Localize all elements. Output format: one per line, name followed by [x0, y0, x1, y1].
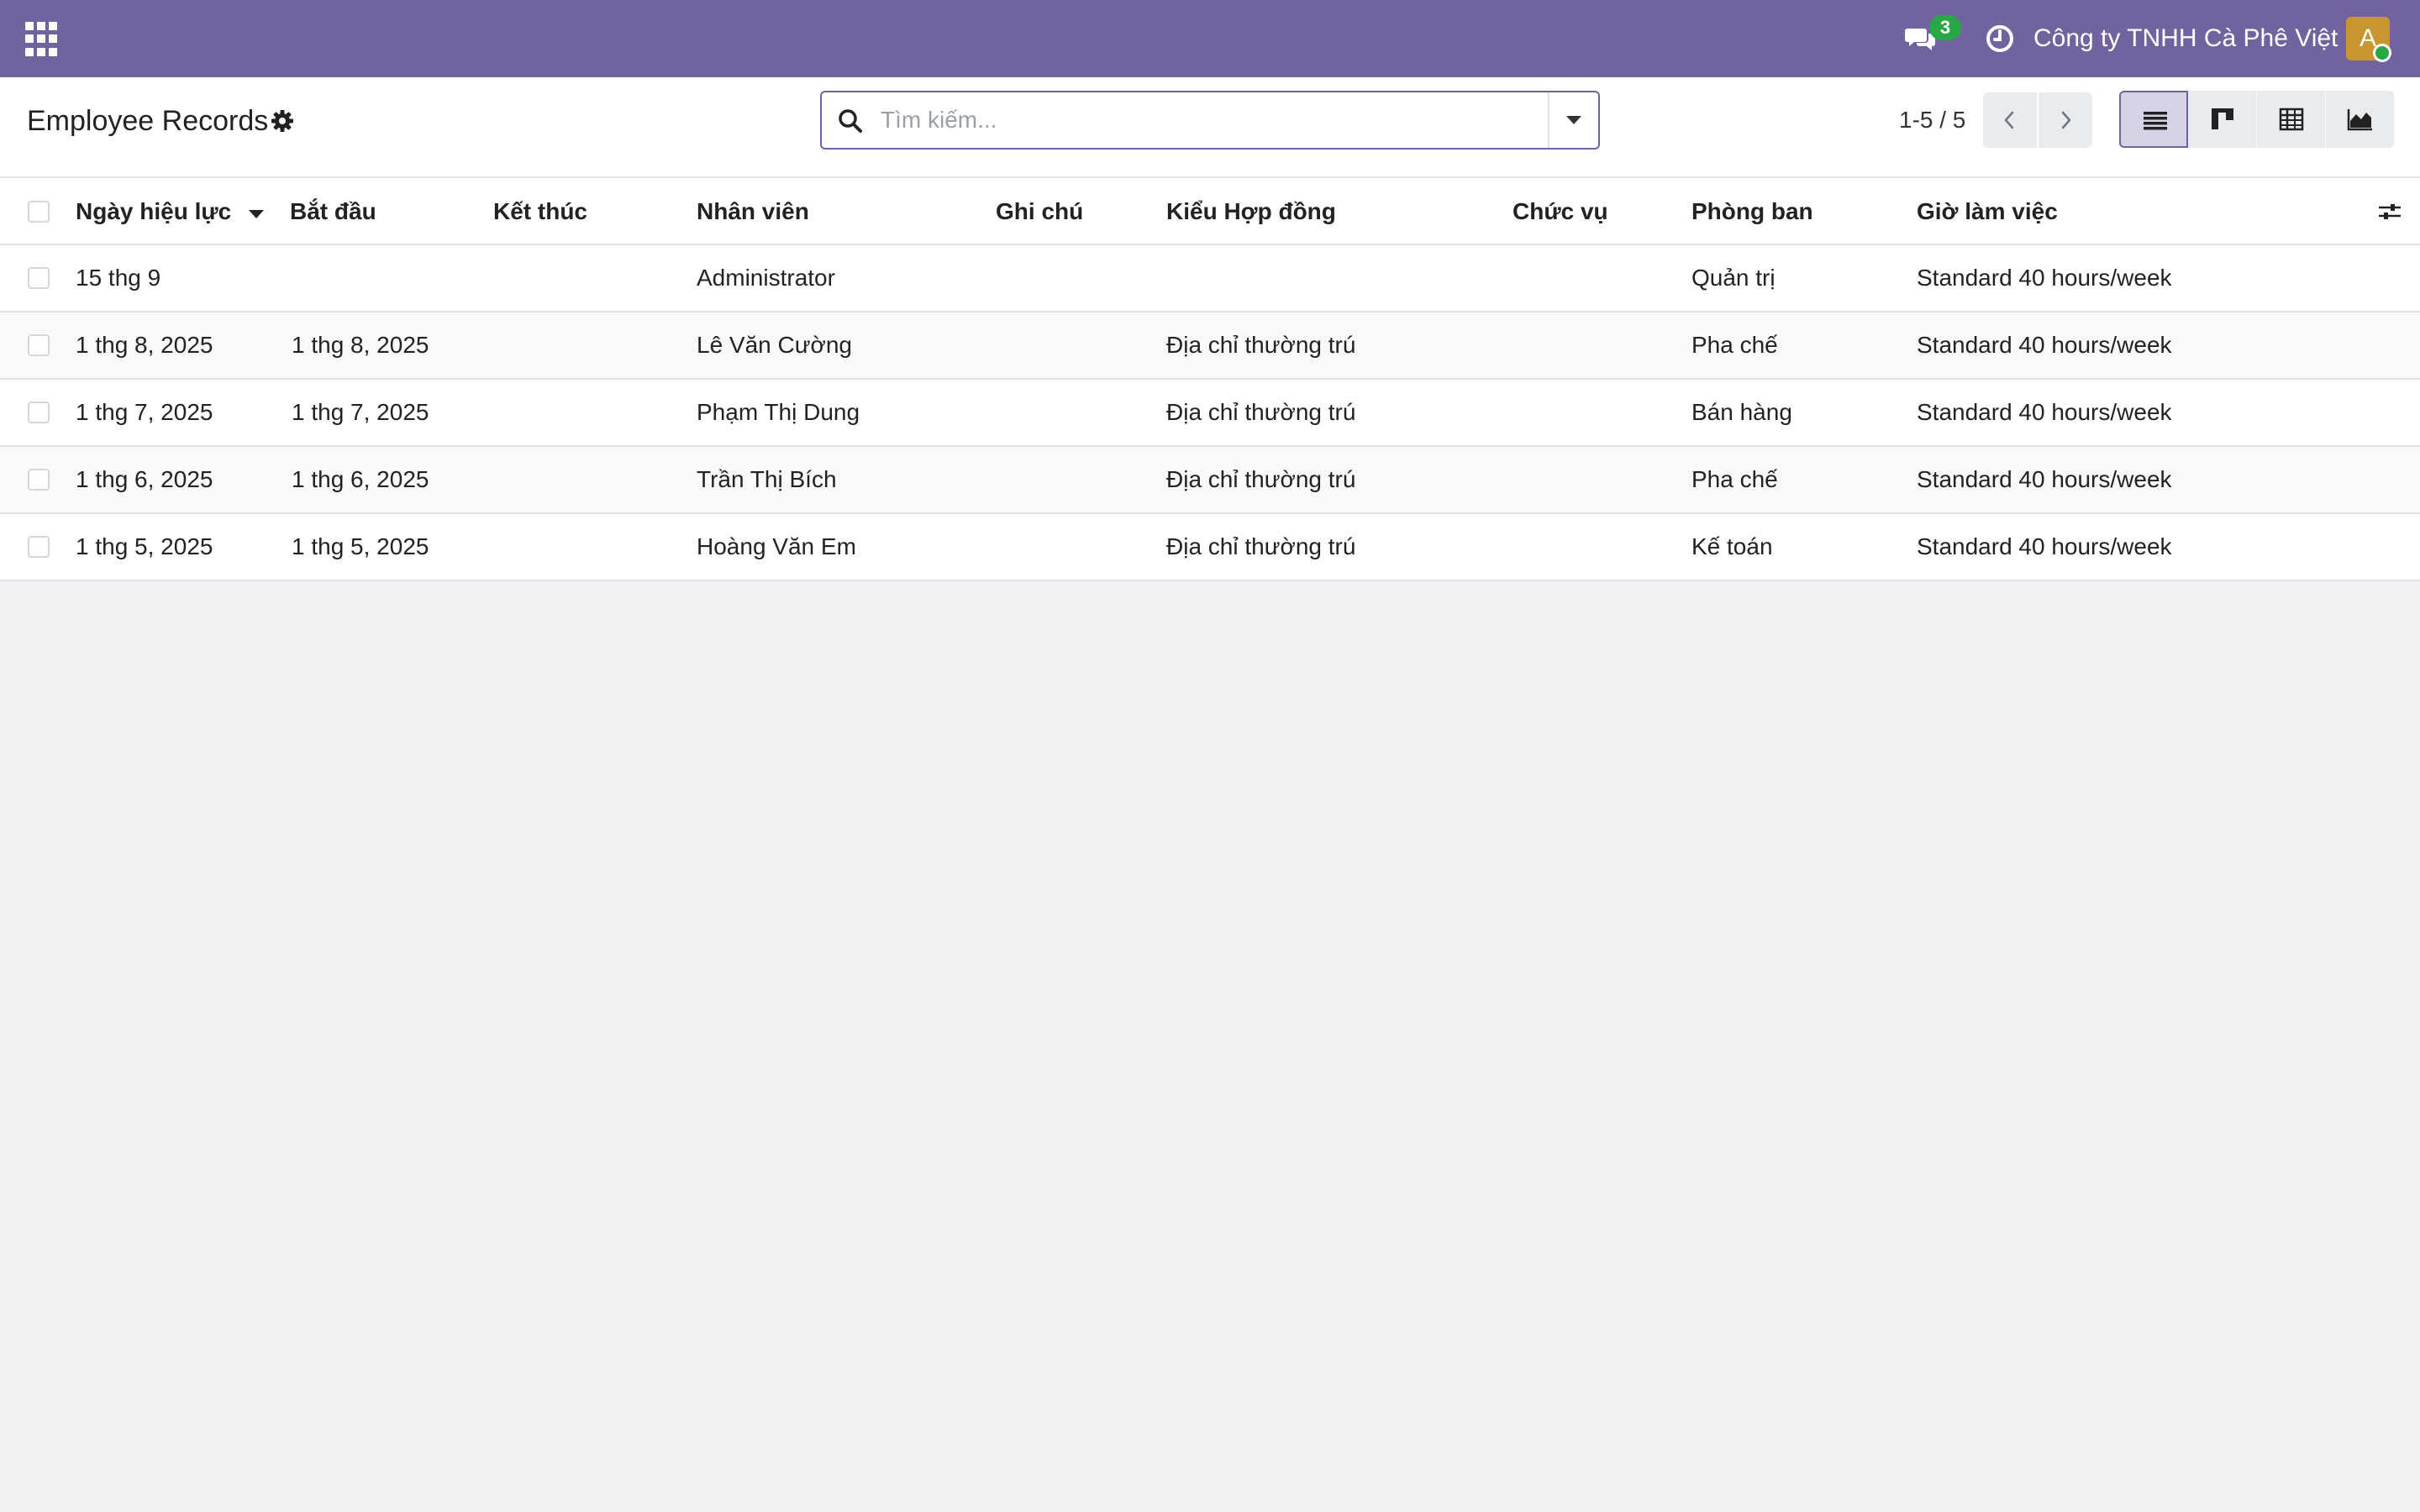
select-all-checkbox[interactable] — [28, 201, 50, 223]
column-header-note[interactable]: Ghi chú — [996, 178, 1083, 245]
row-checkbox[interactable] — [28, 536, 50, 558]
pager-next-button[interactable] — [2039, 92, 2092, 148]
gear-icon[interactable] — [271, 109, 294, 133]
search-input[interactable] — [881, 99, 1519, 141]
cell-start: 1 thg 6, 2025 — [292, 466, 429, 492]
cell-date: 1 thg 8, 2025 — [76, 332, 213, 358]
column-header-date[interactable]: Ngày hiệu lực — [76, 178, 231, 245]
list-view-icon — [2144, 112, 2167, 130]
cell-working-hours: Standard 40 hours/week — [1917, 533, 2172, 559]
row-checkbox[interactable] — [28, 334, 50, 356]
kanban-view-icon — [2212, 108, 2233, 129]
cell-working-hours: Standard 40 hours/week — [1917, 466, 2172, 492]
messages-count-badge: 3 — [1929, 15, 1961, 40]
list-view-button[interactable] — [2119, 91, 2188, 148]
cell-employee: Administrator — [697, 265, 835, 291]
search-icon — [837, 108, 864, 134]
cell-department: Bán hàng — [1691, 399, 1792, 425]
table-row[interactable]: 1 thg 6, 2025 1 thg 6, 2025 Trần Thị Bíc… — [0, 447, 2420, 514]
sort-descending-icon — [249, 210, 264, 218]
column-header-start[interactable]: Bắt đầu — [290, 178, 376, 245]
graph-view-button[interactable] — [2326, 91, 2395, 148]
graph-view-icon — [2347, 109, 2372, 131]
apps-menu-icon[interactable] — [25, 22, 60, 57]
cell-date: 1 thg 5, 2025 — [76, 533, 213, 559]
chevron-down-icon — [1566, 116, 1581, 124]
cell-department: Quản trị — [1691, 265, 1776, 291]
table-row[interactable]: 1 thg 8, 2025 1 thg 8, 2025 Lê Văn Cường… — [0, 312, 2420, 380]
column-header-department[interactable]: Phòng ban — [1691, 178, 1813, 245]
online-status-dot — [2373, 44, 2391, 62]
cell-working-hours: Standard 40 hours/week — [1917, 332, 2172, 358]
page-title: Employee Records — [27, 105, 269, 137]
row-checkbox[interactable] — [28, 402, 50, 423]
cell-start: 1 thg 5, 2025 — [292, 533, 429, 559]
pivot-view-button[interactable] — [2257, 91, 2326, 148]
view-switcher — [2119, 91, 2395, 150]
search-box — [820, 91, 1600, 150]
pager-previous-button[interactable] — [1983, 92, 2037, 148]
row-checkbox[interactable] — [28, 267, 50, 289]
cell-date: 1 thg 6, 2025 — [76, 466, 213, 492]
list-header: Ngày hiệu lực Bắt đầu Kết thúc Nhân viên… — [0, 178, 2420, 245]
column-header-end[interactable]: Kết thúc — [493, 178, 587, 245]
cell-working-hours: Standard 40 hours/week — [1917, 265, 2172, 291]
chevron-left-icon — [2004, 111, 2014, 129]
cell-department: Pha chế — [1691, 466, 1778, 492]
cell-contract-type: Địa chỉ thường trú — [1166, 399, 1356, 425]
table-row[interactable]: 1 thg 7, 2025 1 thg 7, 2025 Phạm Thị Dun… — [0, 380, 2420, 447]
activity-clock-icon[interactable] — [1983, 22, 2017, 55]
cell-employee: Trần Thị Bích — [697, 466, 837, 492]
cell-employee: Phạm Thị Dung — [697, 399, 860, 425]
chevron-right-icon — [2061, 111, 2071, 129]
column-header-employee[interactable]: Nhân viên — [697, 178, 809, 245]
table-row[interactable]: 1 thg 5, 2025 1 thg 5, 2025 Hoàng Văn Em… — [0, 514, 2420, 581]
pager-value[interactable]: 1-5 / 5 — [1899, 102, 1965, 138]
cell-contract-type: Địa chỉ thường trú — [1166, 332, 1356, 358]
cell-start: 1 thg 7, 2025 — [292, 399, 429, 425]
column-header-working-hours[interactable]: Giờ làm việc — [1917, 178, 2058, 245]
cell-employee: Hoàng Văn Em — [697, 533, 856, 559]
cell-working-hours: Standard 40 hours/week — [1917, 399, 2172, 425]
cell-department: Kế toán — [1691, 533, 1773, 559]
cell-contract-type: Địa chỉ thường trú — [1166, 533, 1356, 559]
cell-department: Pha chế — [1691, 332, 1778, 358]
table-row[interactable]: 15 thg 9 Administrator Quản trị Standard… — [0, 245, 2420, 312]
search-options-toggle[interactable] — [1548, 92, 1598, 148]
company-switcher[interactable]: Công ty TNHH Cà Phê Việt — [2033, 24, 2338, 54]
employee-records-list: Ngày hiệu lực Bắt đầu Kết thúc Nhân viên… — [0, 178, 2420, 581]
top-navbar: 3 Công ty TNHH Cà Phê Việt A — [0, 0, 2420, 77]
optional-columns-toggle-icon[interactable] — [2376, 198, 2403, 225]
pivot-view-icon — [2279, 108, 2304, 131]
column-header-contract-type[interactable]: Kiểu Hợp đồng — [1166, 178, 1336, 245]
cell-contract-type: Địa chỉ thường trú — [1166, 466, 1356, 492]
cell-employee: Lê Văn Cường — [697, 332, 852, 358]
cell-start: 1 thg 8, 2025 — [292, 332, 429, 358]
row-checkbox[interactable] — [28, 469, 50, 491]
cell-date: 1 thg 7, 2025 — [76, 399, 213, 425]
column-header-job[interactable]: Chức vụ — [1512, 178, 1608, 245]
kanban-view-button[interactable] — [2188, 91, 2257, 148]
cell-date: 15 thg 9 — [76, 265, 161, 291]
control-panel: Employee Records 1-5 / 5 — [0, 77, 2420, 178]
